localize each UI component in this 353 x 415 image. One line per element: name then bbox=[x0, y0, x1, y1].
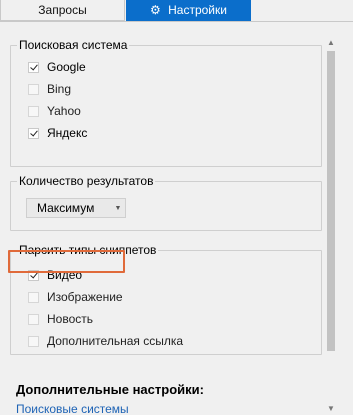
results-count-value: Максимум bbox=[37, 201, 95, 215]
checkbox-yahoo-label: Yahoo bbox=[47, 104, 81, 118]
search-engine-legend: Поисковая система bbox=[17, 37, 130, 53]
gear-icon: ⚙ bbox=[150, 3, 161, 17]
checkbox-image-label: Изображение bbox=[47, 290, 123, 304]
checkbox-image-box[interactable] bbox=[28, 291, 39, 303]
checkbox-news-label: Новость bbox=[47, 312, 94, 326]
checkbox-news-box[interactable] bbox=[28, 313, 39, 325]
checkbox-yahoo-box[interactable] bbox=[28, 105, 39, 117]
search-engine-group: Поисковая система Google Bing Yahoo Янде… bbox=[10, 37, 322, 167]
results-count-select[interactable]: Максимум ▼ bbox=[26, 198, 126, 218]
checkbox-google[interactable]: Google bbox=[28, 58, 86, 76]
checkbox-bing-box[interactable] bbox=[28, 83, 39, 95]
checkbox-yahoo[interactable]: Yahoo bbox=[28, 102, 81, 120]
vertical-scrollbar[interactable]: ▲ ▼ bbox=[325, 22, 337, 413]
results-count-group: Количество результатов Максимум ▼ bbox=[10, 173, 322, 231]
checkbox-news[interactable]: Новость bbox=[28, 310, 93, 328]
settings-panel: Поисковая система Google Bing Yahoo Янде… bbox=[0, 22, 353, 413]
tab-settings[interactable]: ⚙ Настройки bbox=[126, 0, 251, 21]
tab-queries[interactable]: Запросы bbox=[0, 0, 125, 21]
video-highlight-box bbox=[8, 250, 125, 273]
results-count-legend: Количество результатов bbox=[17, 173, 156, 189]
checkbox-yandex-box[interactable] bbox=[28, 127, 39, 139]
search-engines-link[interactable]: Поисковые системы bbox=[16, 402, 129, 413]
checkbox-extra-link[interactable]: Дополнительная ссылка bbox=[28, 332, 183, 350]
checkbox-bing[interactable]: Bing bbox=[28, 80, 71, 98]
checkbox-image[interactable]: Изображение bbox=[28, 288, 123, 306]
tab-settings-label: Настройки bbox=[168, 3, 227, 17]
checkbox-extra-link-label: Дополнительная ссылка bbox=[47, 334, 184, 348]
scroll-thumb[interactable] bbox=[327, 51, 335, 351]
scroll-up-icon[interactable]: ▲ bbox=[325, 37, 337, 49]
tab-bar: Запросы ⚙ Настройки bbox=[0, 0, 353, 22]
chevron-down-icon: ▼ bbox=[114, 204, 122, 212]
checkbox-bing-label: Bing bbox=[47, 82, 72, 96]
checkbox-extra-link-box[interactable] bbox=[28, 335, 39, 347]
extra-settings-title: Дополнительные настройки: bbox=[16, 382, 204, 397]
checkbox-google-label: Google bbox=[47, 60, 86, 74]
scroll-down-icon[interactable]: ▼ bbox=[325, 403, 337, 415]
checkbox-google-box[interactable] bbox=[28, 61, 39, 73]
tab-queries-label: Запросы bbox=[38, 3, 87, 17]
checkbox-yandex[interactable]: Яндекс bbox=[28, 124, 87, 142]
checkbox-yandex-label: Яндекс bbox=[47, 126, 88, 140]
